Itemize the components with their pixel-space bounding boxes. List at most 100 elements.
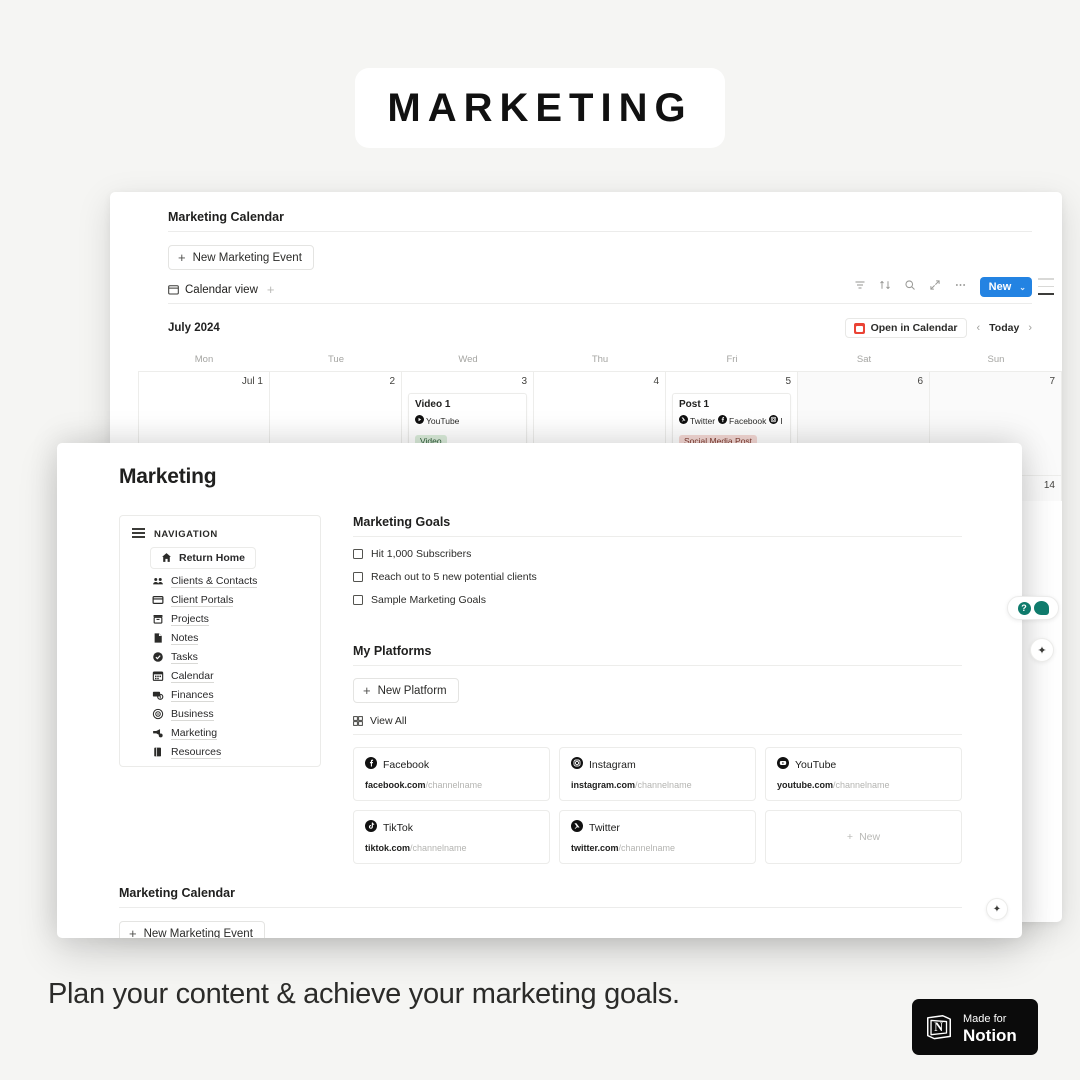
svg-text:N: N [934,1020,943,1034]
platform-cards-grid: Facebook facebook.com/channelname Instag… [353,747,962,864]
target-icon [152,708,164,720]
front-new-marketing-event-button[interactable]: + New Marketing Event [119,921,265,938]
event-platform-label: Twitter [690,415,716,426]
more-icon[interactable] [954,278,967,296]
platform-domain: tiktok.com [365,843,411,853]
platform-domain: facebook.com [365,780,426,790]
new-marketing-event-button[interactable]: + New Marketing Event [168,245,314,270]
today-button[interactable]: Today [989,322,1019,334]
open-in-calendar-button[interactable]: Open in Calendar [844,318,967,338]
weekday-sat: Sat [856,354,872,365]
ai-assist-button-front[interactable]: ✦ [986,898,1008,920]
sidebar-item-clients-contacts[interactable]: Clients & Contacts [132,572,308,591]
new-button-label: New [988,281,1012,293]
sidebar-item-marketing[interactable]: Marketing [132,724,308,743]
sidebar-item-client-portals[interactable]: Client Portals [132,591,308,610]
notion-logo-icon: N [924,1012,954,1042]
view-all-tab[interactable]: View All [353,715,962,735]
goal-label: Reach out to 5 new potential clients [371,571,537,583]
next-month-button[interactable]: › [1028,322,1032,334]
goal-item[interactable]: Sample Marketing Goals [353,594,962,606]
day-number: 4 [653,376,659,387]
tab-calendar-view[interactable]: Calendar view [168,284,258,296]
plus-icon: + [846,830,854,843]
sidebar-item-projects[interactable]: Projects [132,610,308,629]
checkbox-icon[interactable] [353,549,363,559]
handle-line [1038,278,1054,280]
platform-domain: twitter.com [571,843,619,853]
back-month-bar: July 2024 Open in Calendar ‹ Today › [168,316,1032,340]
sidebar-item-finances[interactable]: Finances [132,686,308,705]
badge-line-2: Notion [963,1025,1017,1045]
event-title: Post 1 [679,399,710,410]
platform-path: /channelname [833,780,890,790]
sidebar-item-notes[interactable]: Notes [132,629,308,648]
sidebar-item-return-home[interactable]: Return Home [150,546,256,569]
new-platform-label: New Platform [377,684,447,697]
new-platform-button[interactable]: + New Platform [353,678,459,703]
checkbox-icon[interactable] [353,595,363,605]
ai-assist-button-back[interactable]: ✦ [1030,638,1054,662]
navigation-header: NAVIGATION [132,528,308,541]
platform-path: /channelname [618,843,676,853]
checkbox-icon[interactable] [353,572,363,582]
chevron-down-icon: ⌄ [1019,282,1026,292]
calendar-icon [152,670,164,682]
platform-card-youtube[interactable]: YouTube youtube.com/channelname [765,747,962,801]
new-button[interactable]: New ⌄ [979,277,1032,297]
day-number: 3 [521,376,527,387]
day-number: 2 [389,376,395,387]
goal-item[interactable]: Reach out to 5 new potential clients [353,571,962,583]
expand-icon[interactable] [929,278,941,296]
chat-bubble-icon [1033,601,1049,615]
front-calendar-title: Marketing Calendar [119,886,962,908]
platform-name: TikTok [383,821,413,834]
megaphone-icon [152,727,164,739]
platform-card-instagram[interactable]: Instagram instagram.com/channelname [559,747,756,801]
platform-card-tiktok[interactable]: TikTok tiktok.com/channelname [353,810,550,864]
menu-icon [132,528,145,541]
platform-path: /channelname [635,780,692,790]
event-platform-label: Facebook [729,415,767,426]
sidebar-item-label: Marketing [171,726,218,740]
back-view-toolbar: Calendar view + New ⌄ [168,277,1032,304]
event-platform-label: YouTube [426,415,460,426]
platform-card-facebook[interactable]: Facebook facebook.com/channelname [353,747,550,801]
month-label: July 2024 [168,322,220,334]
goal-item[interactable]: Hit 1,000 Subscribers [353,548,962,560]
day-number: 7 [1049,376,1055,387]
new-marketing-event-label: New Marketing Event [192,251,302,264]
platform-card-new[interactable]: + New [765,810,962,864]
goal-label: Hit 1,000 Subscribers [371,548,472,560]
sidebar-item-label: Notes [171,631,199,645]
sidebar-item-calendar[interactable]: Calendar [132,667,308,686]
platform-name: Facebook [383,758,430,771]
add-view-button[interactable]: + [267,282,275,297]
filter-icon[interactable] [854,278,866,296]
youtube-icon [415,415,424,426]
day-number: 5 [785,376,791,387]
archive-icon [152,613,164,625]
sidebar-item-business[interactable]: Business [132,705,308,724]
panel-side-handles [1038,278,1054,301]
plus-icon: + [363,683,371,698]
platform-name: Instagram [589,758,636,771]
prev-month-button[interactable]: ‹ [977,322,981,334]
platform-card-twitter[interactable]: Twitter twitter.com/channelname [559,810,756,864]
handle-line [1038,285,1054,288]
marketing-title-pill: MARKETING [355,68,725,148]
instagram-icon [571,757,583,772]
plus-icon: + [129,926,137,938]
instagram-icon [769,415,779,426]
sidebar-item-tasks[interactable]: Tasks [132,648,308,667]
day-number: 6 [917,376,923,387]
open-in-calendar-label: Open in Calendar [870,322,958,334]
sort-icon[interactable] [879,278,891,296]
help-chat-widget[interactable]: ? [1007,596,1059,620]
front-calendar-block: Marketing Calendar + New Marketing Event… [119,886,962,938]
search-icon[interactable] [904,278,916,296]
facebook-icon [365,757,377,772]
sidebar-item-resources[interactable]: Resources [132,743,308,762]
marketing-goals-heading: Marketing Goals [353,515,962,537]
sidebar-item-label: Tasks [171,650,198,664]
